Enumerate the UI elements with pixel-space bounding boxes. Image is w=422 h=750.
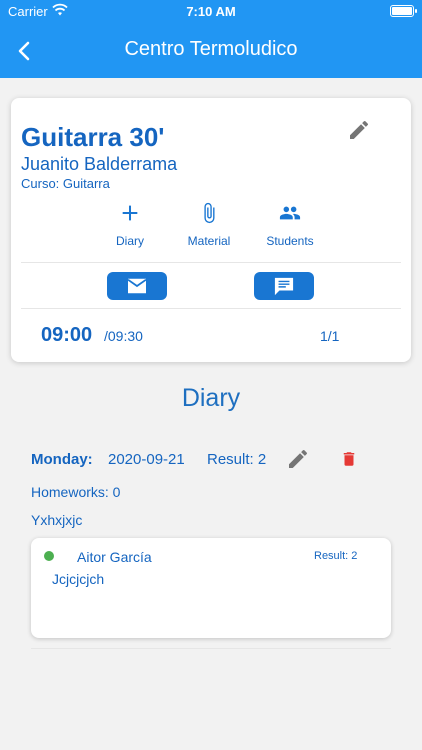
email-icon — [127, 278, 147, 294]
homeworks-count: Homeworks: 0 — [31, 484, 121, 500]
app-title: Centro Termoludico — [124, 38, 298, 60]
student-card: Aitor García Result: 2 Jcjcjcjch — [31, 538, 391, 638]
diary-action-label: Diary — [115, 234, 144, 248]
email-button[interactable] — [107, 272, 167, 300]
student-name: Aitor García — [77, 549, 152, 565]
student-note: Jcjcjcjch — [52, 571, 105, 587]
student-result: Result: 2 — [314, 550, 358, 562]
class-card: Guitarra 30' Juanito Balderrama Curso: G… — [11, 98, 411, 362]
status-dot — [44, 551, 54, 561]
teacher-name: Juanito Balderrama — [21, 154, 178, 174]
diary-heading: Diary — [181, 384, 241, 412]
material-action-label: Material — [187, 234, 231, 248]
app-bar: Centro Termoludico — [0, 24, 422, 78]
group-icon — [279, 206, 301, 220]
edit-icon[interactable] — [286, 447, 310, 471]
students-action-label: Students — [266, 234, 314, 248]
delete-icon[interactable] — [340, 450, 358, 468]
status-bar: Carrier 7:10 AM — [0, 0, 422, 24]
message-icon — [274, 277, 294, 296]
edit-icon[interactable] — [347, 118, 371, 142]
divider — [31, 648, 391, 649]
status-time: 7:10 AM — [186, 4, 236, 19]
page-indicator: 1/1 — [320, 328, 340, 344]
entry-date: 2020-09-21 — [108, 451, 185, 468]
start-time: 09:00 — [41, 324, 93, 346]
divider — [21, 308, 401, 309]
message-button[interactable] — [254, 272, 314, 300]
course-label: Curso: Guitarra — [21, 176, 110, 191]
battery-icon — [390, 5, 417, 17]
end-time: /09:30 — [104, 328, 143, 344]
entry-result: Result: 2 — [207, 451, 267, 468]
class-title: Guitarra 30' — [21, 122, 165, 152]
entry-note: Yxhxjxjc — [31, 512, 83, 528]
paperclip-icon — [204, 202, 215, 224]
diary-action-button[interactable]: Diary — [90, 202, 170, 256]
students-action-button[interactable]: Students — [250, 202, 330, 256]
add-icon — [122, 205, 138, 221]
entry-day: Monday: — [31, 451, 93, 468]
divider — [21, 262, 401, 263]
material-action-button[interactable]: Material — [169, 202, 249, 256]
